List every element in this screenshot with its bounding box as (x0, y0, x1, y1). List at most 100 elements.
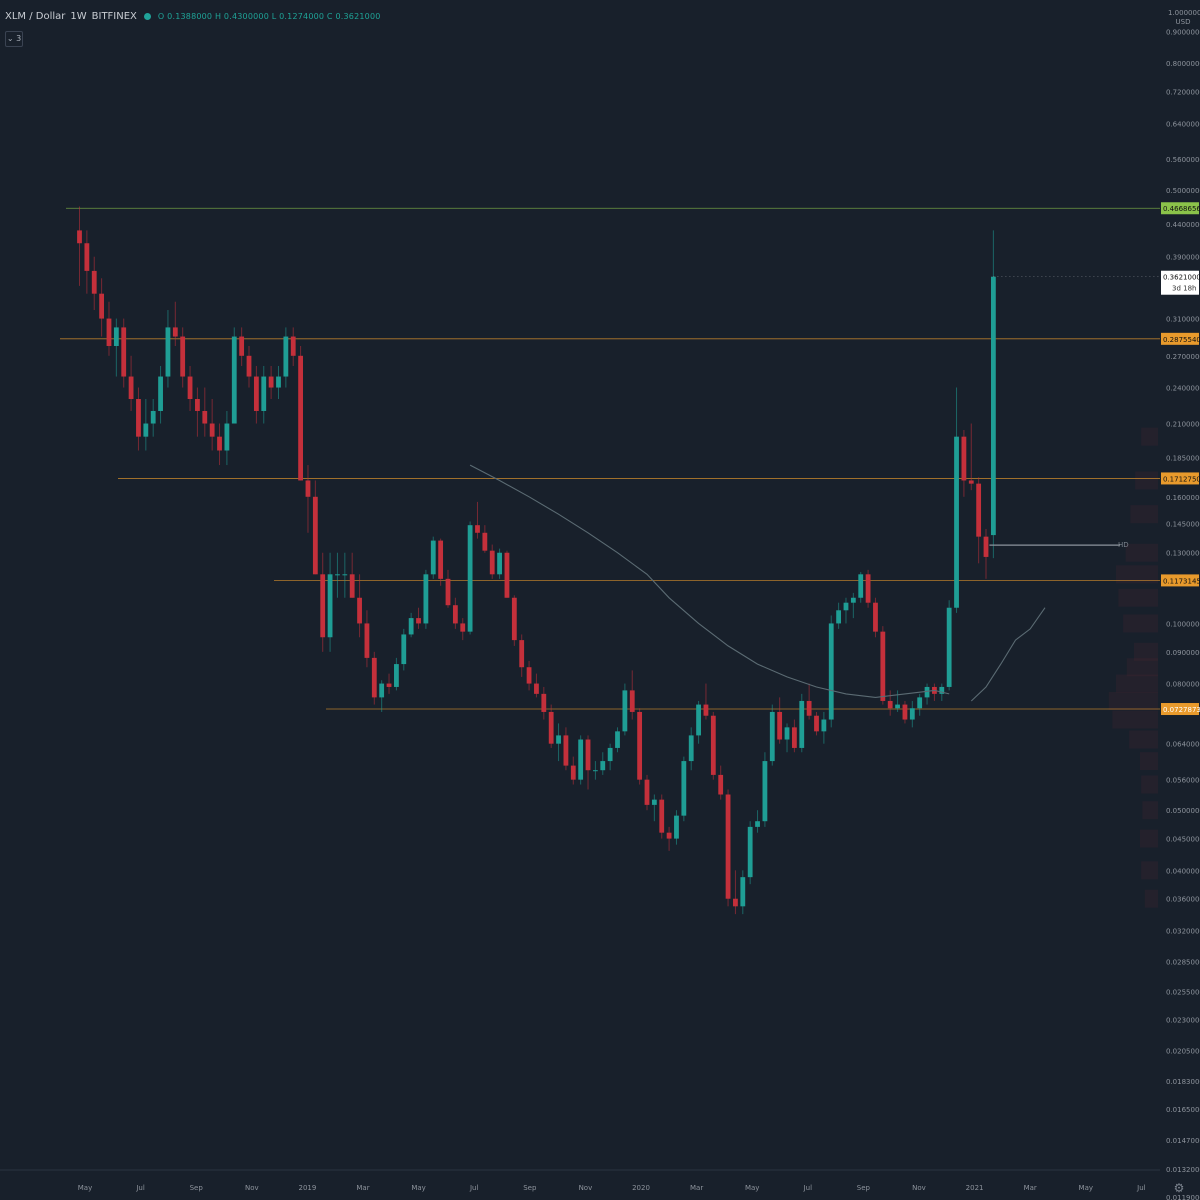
candle[interactable] (762, 761, 768, 822)
candle[interactable] (755, 821, 760, 827)
candle[interactable] (283, 336, 289, 377)
candle[interactable] (681, 761, 687, 816)
interval-label[interactable]: 1W (70, 11, 86, 22)
candle[interactable] (401, 634, 407, 665)
candle[interactable] (136, 399, 141, 437)
candle[interactable] (570, 765, 576, 780)
candle[interactable] (740, 877, 746, 907)
candle[interactable] (364, 623, 370, 658)
candle[interactable] (438, 540, 444, 579)
candle[interactable] (209, 423, 215, 437)
candle[interactable] (873, 602, 878, 632)
candle[interactable] (696, 704, 701, 736)
candle[interactable] (534, 683, 539, 694)
candle[interactable] (84, 243, 90, 271)
candle[interactable] (541, 693, 547, 712)
candle[interactable] (445, 578, 451, 606)
candle[interactable] (357, 597, 362, 624)
candle[interactable] (799, 700, 805, 748)
candle[interactable] (77, 230, 82, 244)
candle[interactable] (814, 715, 819, 732)
candle[interactable] (511, 597, 517, 641)
candle[interactable] (629, 690, 635, 712)
candle[interactable] (895, 704, 900, 709)
candle[interactable] (688, 735, 694, 762)
candle[interactable] (349, 574, 355, 598)
candle[interactable] (394, 664, 399, 687)
candle[interactable] (637, 711, 643, 780)
candle[interactable] (836, 610, 842, 624)
candle[interactable] (858, 574, 864, 598)
candle[interactable] (961, 436, 967, 481)
candle[interactable] (158, 376, 163, 411)
candle[interactable] (526, 667, 532, 684)
price-chart[interactable]: HD 0.9000000 0.8000000 0.7200000 0.6400000 0.… (0, 0, 1200, 1200)
candle[interactable] (202, 410, 208, 424)
candle[interactable] (821, 719, 827, 732)
candle[interactable] (600, 761, 606, 771)
candle[interactable] (622, 690, 628, 732)
candle[interactable] (261, 376, 267, 411)
candle[interactable] (430, 540, 436, 575)
candle[interactable] (335, 574, 340, 576)
candle[interactable] (666, 832, 672, 839)
candle[interactable] (327, 574, 333, 638)
candle[interactable] (784, 727, 790, 740)
candle[interactable] (497, 552, 502, 575)
candle[interactable] (239, 336, 245, 356)
candle[interactable] (593, 770, 598, 772)
candle[interactable] (268, 376, 274, 388)
candle[interactable] (887, 700, 893, 709)
candle[interactable] (416, 618, 421, 624)
candle[interactable] (246, 355, 252, 377)
candle[interactable] (143, 423, 149, 437)
candle[interactable] (187, 376, 193, 400)
candle[interactable] (607, 747, 613, 762)
candle[interactable] (128, 376, 134, 400)
candle[interactable] (217, 436, 222, 451)
indicators-toggle-button[interactable]: ⌄ 3 (5, 31, 23, 47)
candle[interactable] (909, 708, 915, 720)
candle[interactable] (172, 327, 178, 337)
candle[interactable] (519, 640, 525, 668)
candle[interactable] (106, 318, 112, 347)
candle[interactable] (806, 700, 812, 716)
candle[interactable] (615, 731, 620, 748)
candle[interactable] (946, 607, 952, 687)
candle[interactable] (865, 574, 871, 603)
candle[interactable] (843, 602, 849, 611)
candle[interactable] (983, 536, 989, 557)
candle[interactable] (902, 704, 908, 720)
candle[interactable] (276, 376, 281, 388)
candle[interactable] (195, 399, 200, 411)
candle[interactable] (563, 735, 569, 766)
candle[interactable] (165, 327, 171, 377)
candle[interactable] (850, 597, 856, 603)
candle[interactable] (585, 739, 591, 771)
candle[interactable] (703, 704, 709, 716)
candle[interactable] (99, 293, 105, 319)
candle[interactable] (556, 735, 561, 744)
candle[interactable] (659, 799, 665, 833)
candle[interactable] (298, 355, 303, 481)
candle[interactable] (954, 436, 959, 608)
candle[interactable] (150, 410, 156, 424)
candle[interactable] (180, 336, 186, 377)
candle[interactable] (504, 552, 510, 598)
candle[interactable] (290, 336, 296, 356)
candle[interactable] (467, 525, 473, 632)
candle[interactable] (917, 697, 923, 709)
candle[interactable] (224, 423, 230, 451)
candle[interactable] (924, 686, 930, 698)
settings-gear-icon[interactable]: ⚙ (1172, 1181, 1186, 1195)
candle[interactable] (976, 483, 982, 537)
candle[interactable] (791, 727, 797, 748)
candle[interactable] (578, 739, 584, 780)
candle[interactable] (777, 711, 783, 740)
candle[interactable] (423, 574, 429, 624)
candle[interactable] (769, 711, 775, 762)
candle[interactable] (475, 525, 480, 533)
candle[interactable] (231, 336, 237, 424)
candle[interactable] (91, 270, 97, 294)
candle[interactable] (452, 605, 458, 624)
